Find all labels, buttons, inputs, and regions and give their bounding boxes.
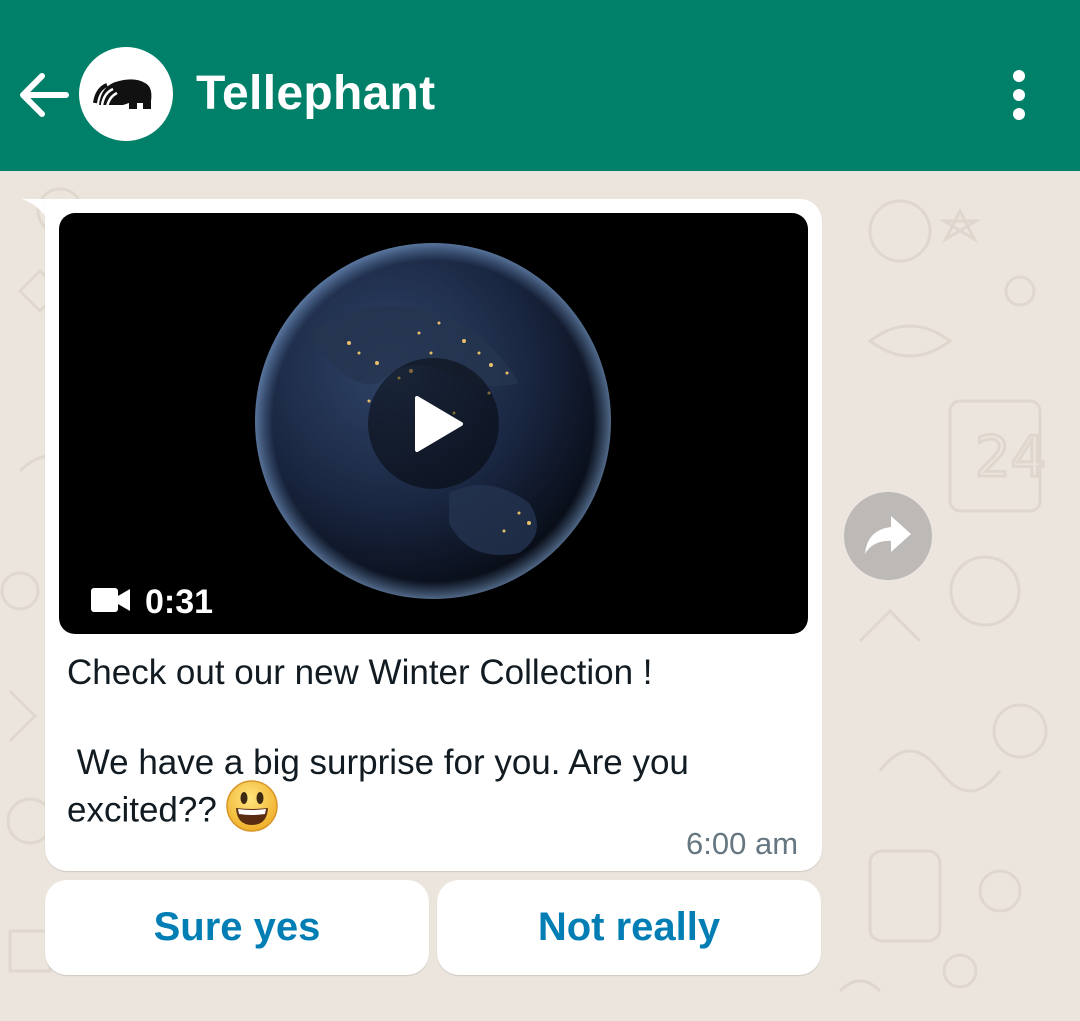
video-duration: 0:31 (145, 583, 214, 621)
back-button[interactable] (14, 68, 72, 122)
play-button[interactable] (368, 358, 499, 489)
more-options-button[interactable] (1000, 68, 1040, 124)
forward-button[interactable] (844, 492, 932, 580)
forward-share-icon (865, 516, 911, 554)
arrow-left-icon (20, 73, 69, 117)
svg-text:24: 24 (975, 425, 1046, 490)
message-line-2: We have a big surprise for you. Are you (67, 743, 689, 782)
quick-reply-sure-yes[interactable]: Sure yes (45, 880, 429, 975)
play-icon (415, 396, 463, 452)
more-vertical-icon (1013, 70, 1025, 120)
grinning-face-emoji-icon (226, 780, 278, 832)
video-camera-icon (91, 588, 130, 612)
message-text: Check out our new Winter Collection ! We… (67, 650, 797, 839)
contact-name[interactable]: Tellephant (196, 66, 435, 121)
elephant-logo-icon (93, 79, 152, 109)
message-line-1: Check out our new Winter Collection ! (67, 653, 653, 692)
quick-reply-not-really[interactable]: Not really (437, 880, 821, 975)
video-thumbnail[interactable] (59, 213, 808, 634)
chat-header: Tellephant (0, 0, 1080, 171)
contact-avatar[interactable] (79, 47, 173, 141)
message-line-3: excited?? (67, 790, 217, 830)
message-time: 6:00 am (686, 826, 799, 861)
